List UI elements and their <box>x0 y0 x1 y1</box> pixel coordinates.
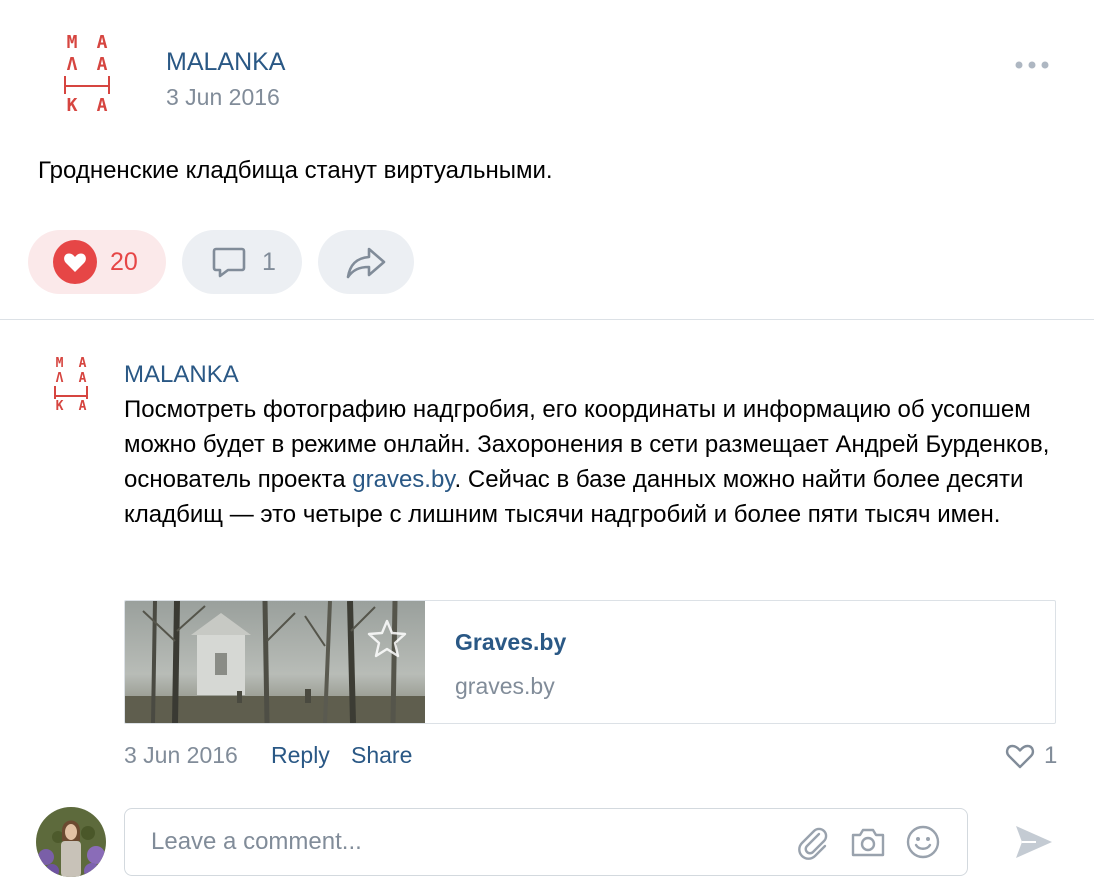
heart-outline-icon <box>1004 741 1036 771</box>
post-text: Гродненские кладбища станут виртуальными… <box>38 157 553 184</box>
card-title[interactable]: Graves.by <box>455 629 566 656</box>
logo-letter: Λ <box>66 54 78 75</box>
share-link[interactable]: Share <box>351 742 412 769</box>
smile-icon[interactable] <box>905 824 941 860</box>
divider <box>0 319 1094 320</box>
logo-letter: A <box>96 54 108 75</box>
comment-author[interactable]: MALANKA <box>124 361 239 389</box>
logo-letter: K <box>55 399 64 414</box>
link-card[interactable]: Graves.by graves.by <box>124 600 1056 724</box>
logo-letter: A <box>78 371 87 386</box>
card-thumbnail <box>125 601 425 723</box>
like-count: 20 <box>110 247 138 276</box>
logo-letter: Λ <box>55 371 64 386</box>
logo-bar <box>52 386 90 399</box>
heart-icon <box>52 239 98 285</box>
comment-avatar-logo[interactable]: MA ΛA KA <box>52 356 90 414</box>
logo-letter: A <box>78 399 87 414</box>
logo-letter: K <box>66 95 78 116</box>
comment-like-button[interactable]: 1 <box>1004 741 1057 771</box>
more-icon[interactable] <box>1014 58 1050 70</box>
graves-link[interactable]: graves.by <box>352 466 454 493</box>
share-icon <box>345 245 387 279</box>
logo-letter: M <box>66 32 78 53</box>
card-domain: graves.by <box>455 673 555 699</box>
comment-icon <box>210 243 248 281</box>
send-icon[interactable] <box>1012 820 1056 864</box>
star-icon[interactable] <box>365 617 409 661</box>
logo-letter: A <box>96 32 108 53</box>
reply-button[interactable]: Reply <box>271 742 330 769</box>
logo-letter: A <box>96 95 108 116</box>
comment-date[interactable]: 3 Jun 2016 <box>124 742 238 769</box>
camera-icon[interactable] <box>849 824 887 860</box>
like-button[interactable]: 20 <box>28 230 166 294</box>
comment-input[interactable]: Leave a comment... <box>151 828 362 856</box>
comment-like-count: 1 <box>1044 742 1058 769</box>
logo-letter: A <box>78 356 87 371</box>
comment-button[interactable]: 1 <box>182 230 302 294</box>
user-avatar[interactable] <box>36 807 106 877</box>
logo-letter: M <box>55 356 64 371</box>
comment-input-box[interactable]: Leave a comment... <box>124 808 968 876</box>
comment-text: Посмотреть фотографию надгробия, его коо… <box>124 392 1054 532</box>
post-date[interactable]: 3 Jun 2016 <box>166 84 280 111</box>
post-author[interactable]: MALANKA <box>166 48 285 77</box>
logo-bar <box>62 76 112 94</box>
community-logo[interactable]: MA ΛA KA <box>62 32 112 116</box>
paperclip-icon[interactable] <box>795 824 831 860</box>
share-button[interactable] <box>318 230 414 294</box>
comment-count: 1 <box>262 247 276 276</box>
